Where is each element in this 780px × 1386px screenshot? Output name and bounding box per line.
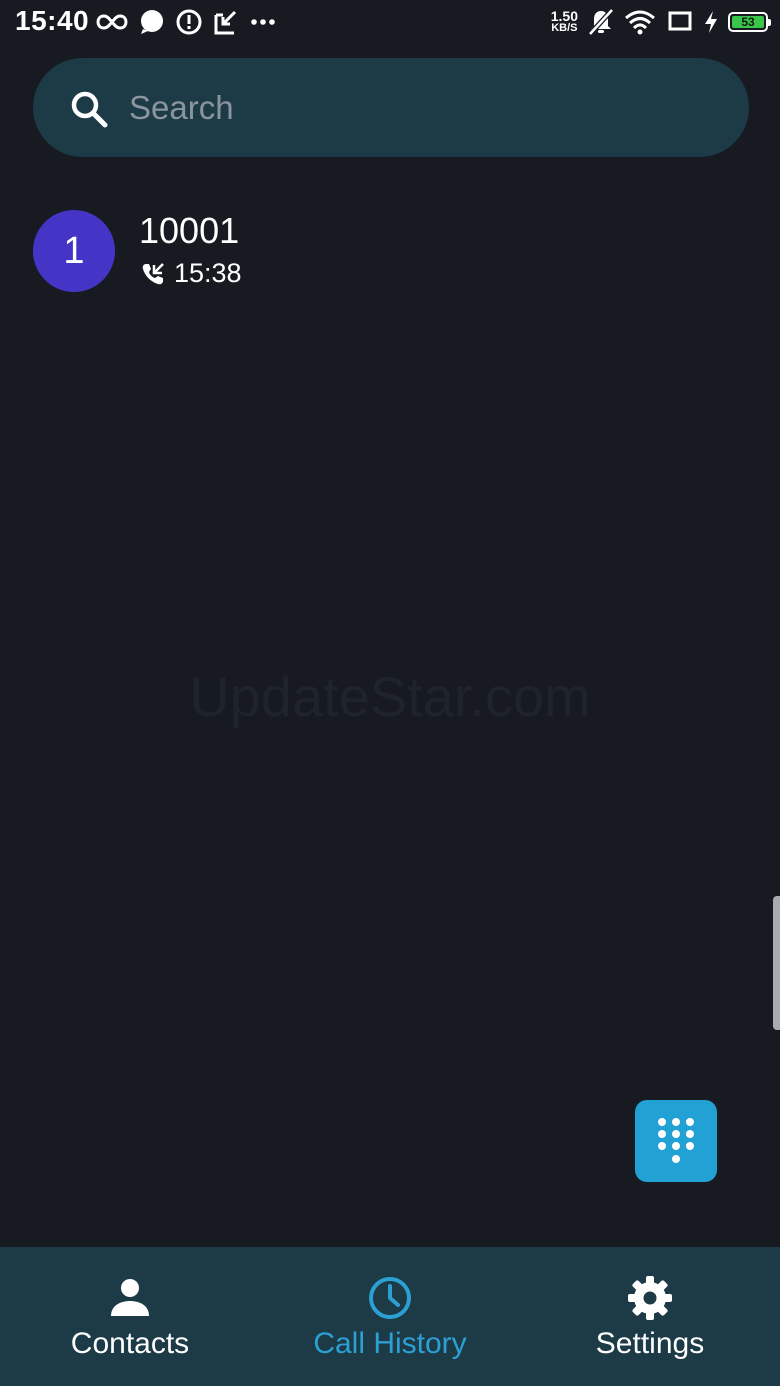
infinity-icon: [96, 14, 128, 30]
caller-name: 10001: [139, 210, 240, 251]
status-right-icons: 1.50 KB/S 53: [550, 6, 771, 38]
nav-label-call-history: Call History: [313, 1327, 467, 1360]
status-left-icons: [96, 8, 276, 36]
nav-label-settings: Settings: [595, 1327, 705, 1360]
battery-tip: [768, 19, 771, 26]
download-box-icon: [214, 10, 237, 35]
clock-icon: [369, 1277, 411, 1319]
bell-off-icon: [588, 8, 614, 36]
status-bar: 15:40 1.50 KB/S 53: [0, 0, 780, 44]
dialpad-button[interactable]: [635, 1100, 717, 1182]
search-bar[interactable]: [33, 58, 749, 157]
net-speed: 1.50 KB/S: [550, 8, 578, 34]
call-time: 15:38: [174, 258, 242, 288]
nav-contacts[interactable]: Contacts: [0, 1247, 260, 1386]
dialpad-icon: [658, 1118, 694, 1163]
call-history-item[interactable]: 1 10001 15:38: [0, 196, 780, 306]
status-time: 15:40: [15, 5, 90, 36]
net-speed-unit: KB/S: [551, 22, 578, 34]
battery-icon: 53: [728, 12, 771, 32]
more-dots-icon: [251, 19, 275, 25]
person-icon: [111, 1279, 149, 1316]
gear-icon: [628, 1276, 672, 1320]
screen-icon: [668, 11, 692, 31]
wifi-icon: [625, 10, 655, 35]
bottom-nav: Contacts Call History Settings: [0, 1247, 780, 1386]
watermark: UpdateStar.com: [189, 665, 591, 728]
chat-bubble-icon: [141, 10, 163, 34]
phone-callback-icon: [142, 262, 164, 284]
charging-bolt-icon: [705, 11, 717, 33]
alert-circle-icon: [176, 9, 202, 35]
net-speed-value: 1.50: [550, 8, 578, 24]
scrollbar[interactable]: [773, 896, 780, 1030]
battery-level: 53: [732, 15, 764, 29]
avatar: 1: [33, 210, 115, 292]
call-meta: 15:38: [140, 258, 242, 289]
nav-call-history[interactable]: Call History: [260, 1247, 520, 1386]
search-input[interactable]: [129, 80, 709, 136]
nav-label-contacts: Contacts: [70, 1327, 190, 1360]
search-icon: [71, 91, 108, 128]
nav-settings[interactable]: Settings: [520, 1247, 780, 1386]
